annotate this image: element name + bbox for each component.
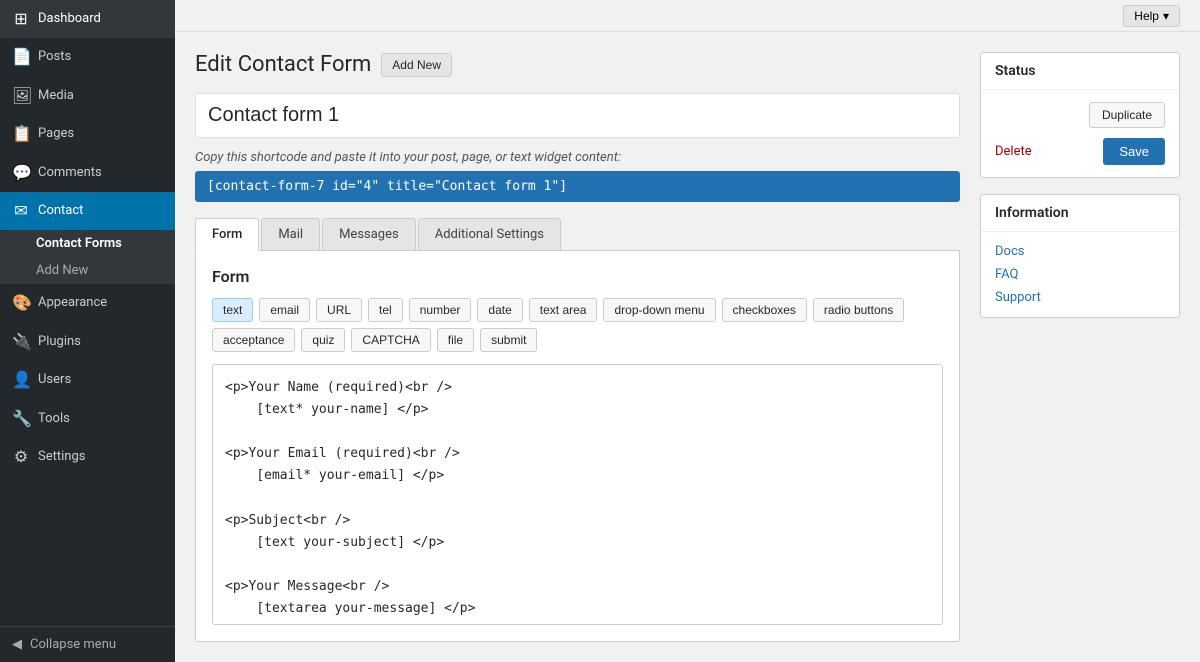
- sidebar-item-contact-forms[interactable]: Contact Forms: [0, 230, 175, 257]
- add-new-button[interactable]: Add New: [381, 53, 452, 77]
- status-widget-body: Duplicate Delete Save: [981, 90, 1179, 177]
- collapse-icon: ◀: [12, 637, 22, 652]
- main-content: Help ▾ Edit Contact Form Add New Copy th…: [175, 0, 1200, 662]
- page-title-row: Edit Contact Form Add New: [195, 52, 960, 77]
- information-widget: Information Docs FAQ Support: [980, 194, 1180, 318]
- sidebar-item-label: Contact: [38, 202, 83, 220]
- tab-messages[interactable]: Messages: [322, 218, 416, 250]
- comments-icon: 💬: [12, 162, 30, 184]
- sidebar-item-add-new[interactable]: Add New: [0, 257, 175, 284]
- right-sidebar: Status Duplicate Delete Save Information: [980, 52, 1180, 642]
- tag-btn-acceptance[interactable]: acceptance: [212, 328, 295, 352]
- sidebar-item-plugins[interactable]: 🔌 Plugins: [0, 323, 175, 361]
- status-widget: Status Duplicate Delete Save: [980, 52, 1180, 178]
- tag-btn-email[interactable]: email: [259, 298, 310, 322]
- duplicate-row: Duplicate: [995, 102, 1165, 128]
- tabs-row: Form Mail Messages Additional Settings: [195, 218, 960, 251]
- tag-btn-submit[interactable]: submit: [480, 328, 537, 352]
- topbar: Help ▾: [175, 0, 1200, 32]
- tag-buttons-row: text email URL tel number date text area…: [212, 298, 943, 352]
- sidebar-item-label: Comments: [38, 164, 102, 182]
- posts-icon: 📄: [12, 46, 30, 68]
- tag-btn-tel[interactable]: tel: [368, 298, 403, 322]
- form-editor-panel: Form text email URL tel number date text…: [195, 251, 960, 642]
- tag-btn-dropdown[interactable]: drop-down menu: [603, 298, 715, 322]
- sidebar-item-contact[interactable]: ✉ Contact: [0, 192, 175, 230]
- sidebar-item-label: Posts: [38, 48, 71, 66]
- tab-form[interactable]: Form: [195, 218, 259, 251]
- sidebar-item-media[interactable]: 🖼 Media: [0, 77, 175, 115]
- sidebar-item-pages[interactable]: 📋 Pages: [0, 115, 175, 153]
- tag-btn-captcha[interactable]: CAPTCHA: [351, 328, 430, 352]
- tag-btn-url[interactable]: URL: [316, 298, 362, 322]
- form-code-editor[interactable]: [212, 364, 943, 625]
- pages-icon: 📋: [12, 123, 30, 145]
- tools-icon: 🔧: [12, 408, 30, 430]
- tag-btn-radio[interactable]: radio buttons: [813, 298, 904, 322]
- sidebar-item-users[interactable]: 👤 Users: [0, 361, 175, 399]
- support-link[interactable]: Support: [995, 290, 1165, 305]
- form-editor-title: Form: [212, 267, 943, 286]
- help-label: Help: [1134, 9, 1159, 23]
- sidebar-item-dashboard[interactable]: ⊞ Dashboard: [0, 0, 175, 38]
- sidebar: ⊞ Dashboard 📄 Posts 🖼 Media 📋 Pages 💬 Co…: [0, 0, 175, 662]
- users-icon: 👤: [12, 369, 30, 391]
- sidebar-item-label: Appearance: [38, 294, 107, 312]
- left-panel: Edit Contact Form Add New Copy this shor…: [195, 52, 960, 642]
- docs-link[interactable]: Docs: [995, 244, 1165, 259]
- shortcode-label: Copy this shortcode and paste it into yo…: [195, 150, 960, 165]
- tab-additional-settings[interactable]: Additional Settings: [418, 218, 561, 250]
- delete-link[interactable]: Delete: [995, 144, 1032, 159]
- collapse-label: Collapse menu: [30, 637, 116, 652]
- sidebar-item-label: Settings: [38, 448, 85, 466]
- information-widget-title: Information: [981, 195, 1179, 232]
- tag-btn-quiz[interactable]: quiz: [301, 328, 345, 352]
- dashboard-icon: ⊞: [12, 8, 30, 30]
- help-button[interactable]: Help ▾: [1123, 5, 1180, 27]
- sidebar-item-appearance[interactable]: 🎨 Appearance: [0, 284, 175, 322]
- sidebar-item-posts[interactable]: 📄 Posts: [0, 38, 175, 76]
- tab-mail[interactable]: Mail: [261, 218, 320, 250]
- appearance-icon: 🎨: [12, 292, 30, 314]
- faq-link[interactable]: FAQ: [995, 267, 1165, 282]
- plugins-icon: 🔌: [12, 331, 30, 353]
- tag-btn-number[interactable]: number: [409, 298, 472, 322]
- duplicate-button[interactable]: Duplicate: [1089, 102, 1165, 128]
- contact-icon: ✉: [12, 200, 30, 222]
- collapse-menu-button[interactable]: ◀ Collapse menu: [0, 626, 175, 662]
- contact-submenu: Contact Forms Add New: [0, 230, 175, 284]
- form-name-input[interactable]: [195, 93, 960, 138]
- sidebar-item-settings[interactable]: ⚙ Settings: [0, 438, 175, 476]
- page-title: Edit Contact Form: [195, 52, 371, 77]
- tag-btn-file[interactable]: file: [437, 328, 474, 352]
- sidebar-item-label: Dashboard: [38, 10, 101, 28]
- sidebar-item-label: Pages: [38, 125, 74, 143]
- sidebar-item-label: Tools: [38, 410, 70, 428]
- help-chevron-icon: ▾: [1163, 9, 1169, 23]
- sidebar-item-label: Media: [38, 87, 74, 105]
- content-area: Edit Contact Form Add New Copy this shor…: [175, 32, 1200, 662]
- save-button[interactable]: Save: [1103, 138, 1165, 165]
- shortcode-box[interactable]: [contact-form-7 id="4" title="Contact fo…: [195, 171, 960, 202]
- sidebar-item-comments[interactable]: 💬 Comments: [0, 154, 175, 192]
- tag-btn-textarea[interactable]: text area: [529, 298, 598, 322]
- sidebar-item-label: Users: [38, 371, 71, 389]
- information-widget-body: Docs FAQ Support: [981, 232, 1179, 317]
- delete-save-row: Delete Save: [995, 138, 1165, 165]
- status-widget-title: Status: [981, 53, 1179, 90]
- tag-btn-checkboxes[interactable]: checkboxes: [722, 298, 807, 322]
- sidebar-item-tools[interactable]: 🔧 Tools: [0, 400, 175, 438]
- sidebar-item-label: Plugins: [38, 333, 81, 351]
- settings-icon: ⚙: [12, 446, 30, 468]
- tag-btn-date[interactable]: date: [477, 298, 522, 322]
- media-icon: 🖼: [12, 85, 30, 107]
- tag-btn-text[interactable]: text: [212, 298, 253, 322]
